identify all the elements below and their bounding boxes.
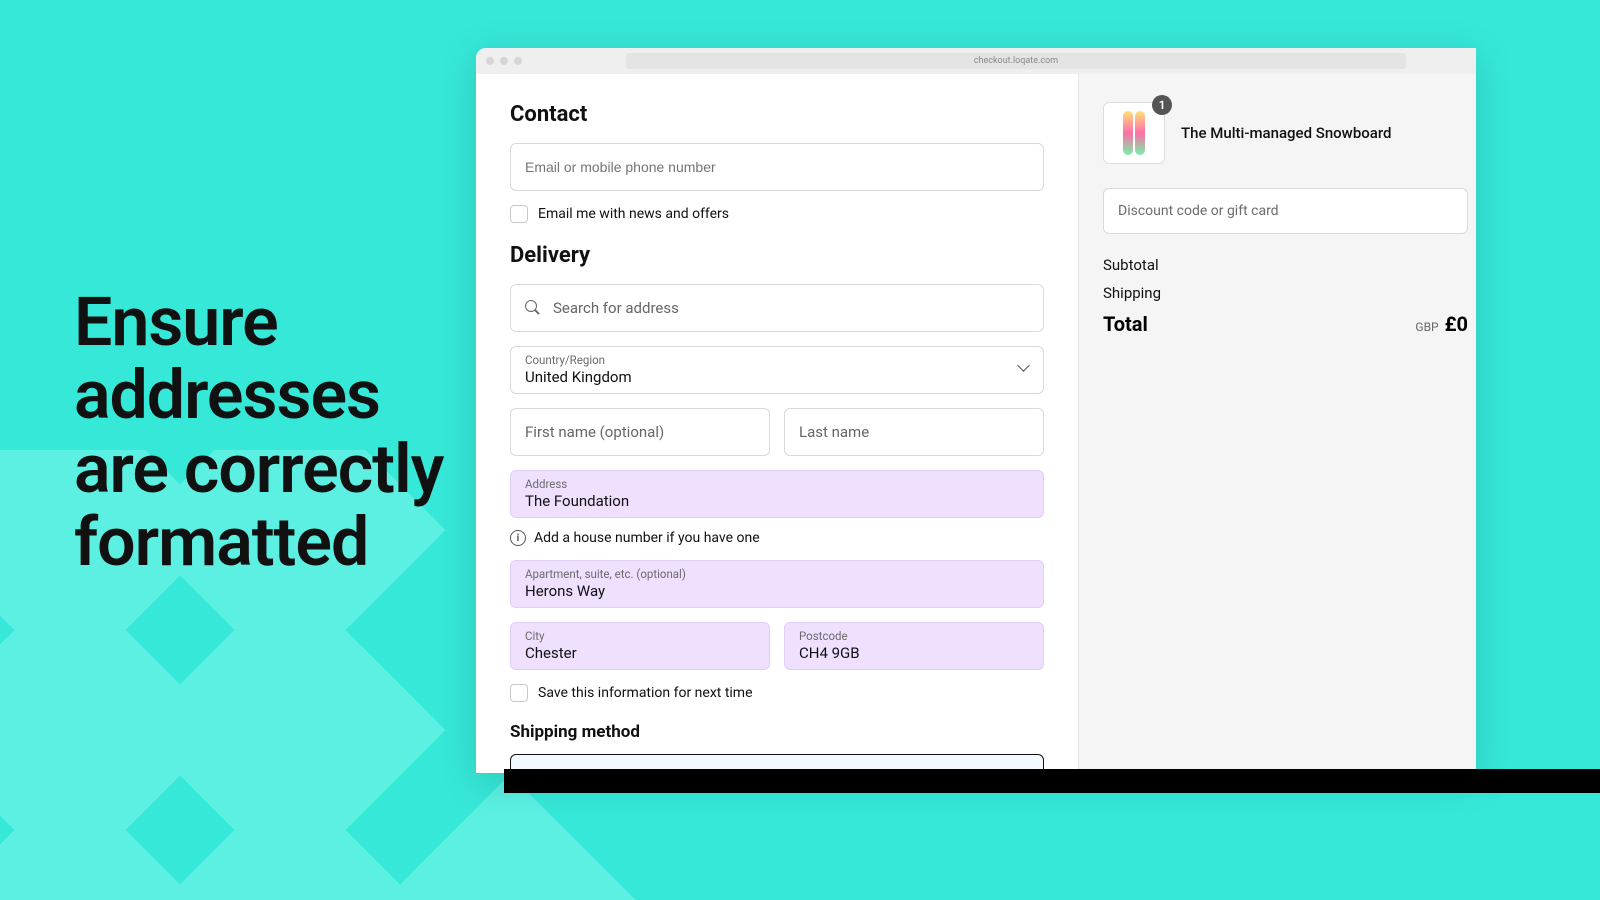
apartment-field[interactable]: Apartment, suite, etc. (optional) Herons… [510, 560, 1044, 608]
cart-item: 1 The Multi-managed Snowboard [1103, 102, 1476, 164]
discount-placeholder: Discount code or gift card [1118, 203, 1279, 219]
newsletter-label: Email me with news and offers [538, 206, 729, 222]
traffic-light-min-icon [500, 57, 508, 65]
first-name-placeholder: First name (optional) [525, 423, 664, 441]
subtotal-row: Subtotal [1103, 256, 1476, 274]
traffic-light-max-icon [514, 57, 522, 65]
total-currency: GBP [1415, 320, 1438, 334]
discount-code-field[interactable]: Discount code or gift card [1103, 188, 1468, 234]
cart-item-name: The Multi-managed Snowboard [1181, 124, 1391, 142]
info-icon: i [510, 530, 526, 546]
address-search-placeholder: Search for address [553, 299, 679, 317]
marketing-headline: Ensureaddressesare correctlyformatted [74, 286, 443, 580]
newsletter-checkbox[interactable] [510, 205, 528, 223]
email-field[interactable] [510, 143, 1044, 191]
address-label: Address [525, 477, 567, 491]
chevron-down-icon [1019, 365, 1029, 375]
total-amount: £0 [1445, 312, 1468, 336]
country-value: United Kingdom [525, 368, 632, 386]
house-number-hint: i Add a house number if you have one [510, 530, 1044, 546]
email-input[interactable] [525, 159, 1029, 175]
contact-heading: Contact [510, 102, 1044, 127]
address-field[interactable]: Address The Foundation [510, 470, 1044, 518]
save-info-checkbox[interactable] [510, 684, 528, 702]
delivery-heading: Delivery [510, 243, 1044, 268]
traffic-light-close-icon [486, 57, 494, 65]
last-name-field[interactable]: Last name [784, 408, 1044, 456]
cart-qty-badge: 1 [1152, 95, 1172, 115]
browser-url-bar[interactable]: checkout.loqate.com [626, 53, 1406, 69]
postcode-field[interactable]: Postcode CH4 9GB [784, 622, 1044, 670]
postcode-label: Postcode [799, 629, 848, 643]
browser-window: checkout.loqate.com Contact Email me wit… [476, 48, 1476, 773]
city-field[interactable]: City Chester [510, 622, 770, 670]
address-search-field[interactable]: Search for address [510, 284, 1044, 332]
save-info-checkbox-row[interactable]: Save this information for next time [510, 684, 1044, 702]
save-info-label: Save this information for next time [538, 685, 753, 701]
city-value: Chester [525, 644, 577, 662]
browser-title-bar: checkout.loqate.com [476, 48, 1476, 74]
checkout-main-column: Contact Email me with news and offers De… [476, 74, 1078, 773]
order-summary-column: 1 The Multi-managed Snowboard Discount c… [1078, 74, 1476, 773]
country-select[interactable]: Country/Region United Kingdom [510, 346, 1044, 394]
shipping-method-heading: Shipping method [510, 722, 1044, 742]
bottom-black-bar [504, 769, 1600, 793]
search-icon [525, 300, 541, 316]
first-name-field[interactable]: First name (optional) [510, 408, 770, 456]
cart-item-thumbnail: 1 [1103, 102, 1165, 164]
postcode-value: CH4 9GB [799, 644, 860, 662]
total-label: Total [1103, 312, 1148, 336]
city-label: City [525, 629, 545, 643]
apartment-label: Apartment, suite, etc. (optional) [525, 567, 686, 581]
last-name-placeholder: Last name [799, 423, 869, 441]
country-label: Country/Region [525, 353, 605, 367]
address-value: The Foundation [525, 492, 629, 510]
shipping-label: Shipping [1103, 284, 1161, 302]
shipping-row: Shipping [1103, 284, 1476, 302]
newsletter-checkbox-row[interactable]: Email me with news and offers [510, 205, 1044, 223]
apartment-value: Herons Way [525, 582, 605, 600]
product-image-icon [1135, 111, 1145, 155]
subtotal-label: Subtotal [1103, 256, 1159, 274]
total-row: Total GBP £0 [1103, 312, 1476, 336]
product-image-icon [1123, 111, 1133, 155]
